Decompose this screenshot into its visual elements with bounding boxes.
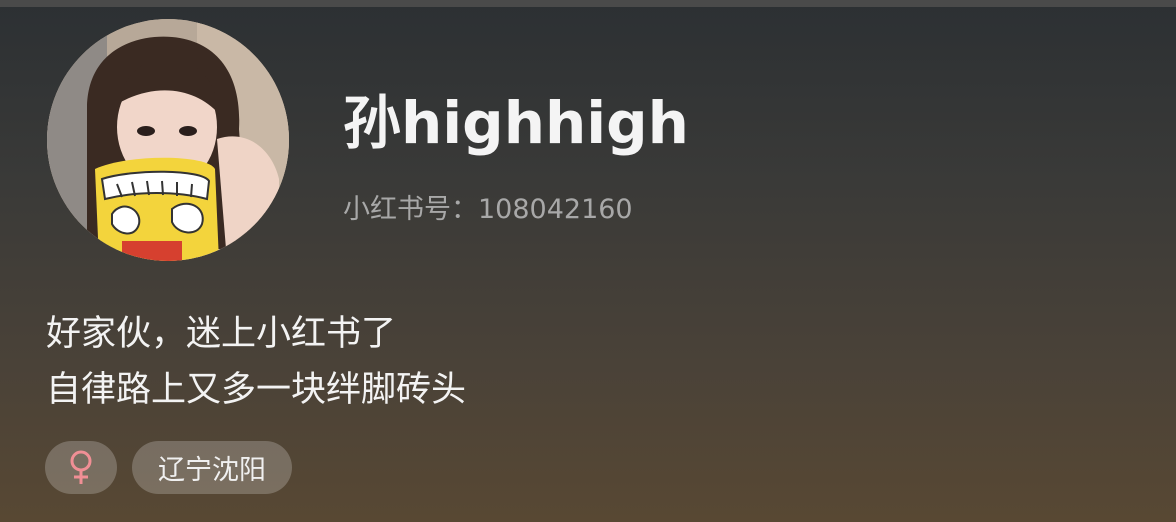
profile-bio: 好家伙，迷上小红书了 自律路上又多一块绊脚砖头 [46,306,466,418]
bio-line: 自律路上又多一块绊脚砖头 [46,370,467,410]
gender-tag [45,441,117,494]
profile-id: 小红书号：108042160 [343,194,633,225]
top-status-strip [0,0,1176,7]
female-icon [70,450,92,484]
bio-line: 好家伙，迷上小红书了 [46,314,397,354]
profile-tags: 辽宁沈阳 [45,441,292,494]
profile-avatar[interactable] [47,19,289,261]
profile-nickname: 孙highhigh [343,89,689,157]
avatar-photo-icon [47,19,289,261]
location-tag: 辽宁沈阳 [132,441,292,494]
